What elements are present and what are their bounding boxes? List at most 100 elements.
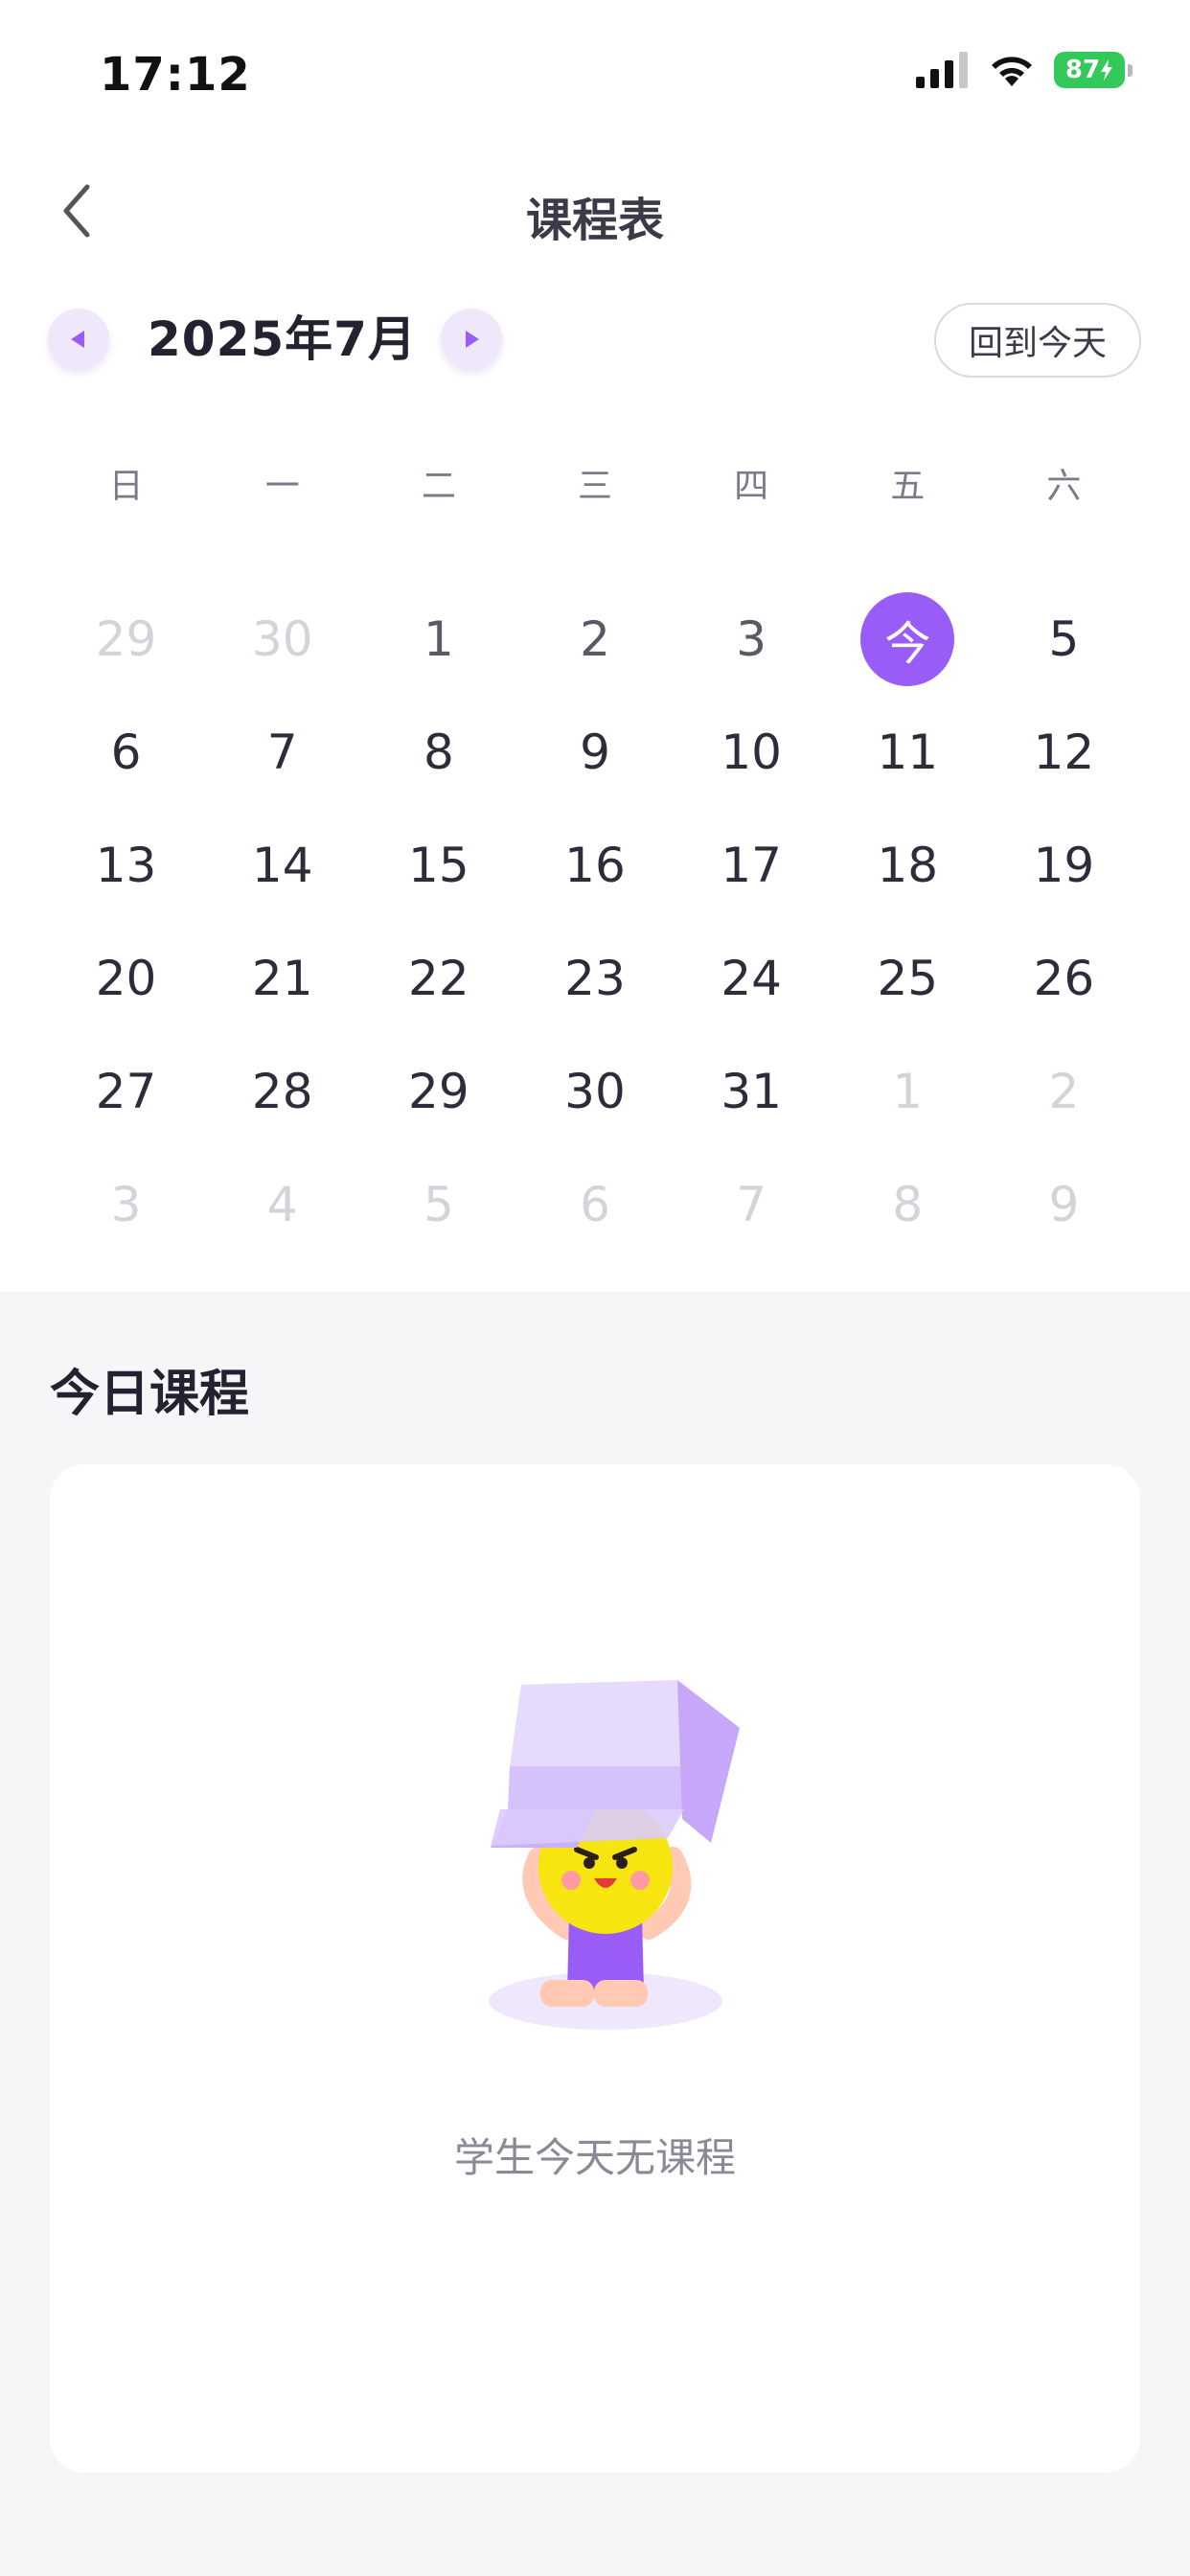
calendar-day[interactable]: 29 <box>360 1035 516 1148</box>
calendar-day[interactable]: 10 <box>674 696 830 809</box>
calendar-day-label: 9 <box>580 724 610 780</box>
page-title: 课程表 <box>525 194 664 247</box>
calendar-day[interactable]: 27 <box>48 1035 204 1148</box>
calendar-day[interactable]: 30 <box>516 1035 673 1148</box>
calendar-day[interactable]: 6 <box>48 696 204 809</box>
calendar-day-label: 19 <box>1033 838 1095 893</box>
calendar-day-label: 25 <box>877 951 939 1006</box>
calendar-day-label: 26 <box>1033 951 1095 1006</box>
calendar-day-label: 6 <box>110 724 142 780</box>
calendar-day-label: 4 <box>266 1177 298 1232</box>
calendar-day[interactable]: 28 <box>204 1035 360 1148</box>
weekday-label: 三 <box>577 467 612 506</box>
calendar-day[interactable]: 21 <box>204 922 360 1035</box>
calendar-day[interactable]: 7 <box>204 696 360 809</box>
calendar-day-label: 21 <box>251 951 313 1006</box>
weekday-label: 五 <box>890 467 926 506</box>
section-title: 今日课程 <box>50 1366 250 1423</box>
calendar-day-label: 28 <box>251 1064 313 1119</box>
next-month-button[interactable] <box>441 309 502 370</box>
calendar-day-label: 1 <box>892 1064 924 1119</box>
calendar-day-label: 2 <box>580 611 610 667</box>
calendar-day[interactable]: 3 <box>48 1148 204 1261</box>
calendar-day-label: 5 <box>1048 611 1080 667</box>
calendar-day[interactable]: 3 <box>674 583 830 696</box>
calendar-day[interactable]: 1 <box>360 583 516 696</box>
calendar-day-label: 31 <box>721 1064 782 1119</box>
calendar-day[interactable]: 12 <box>986 696 1142 809</box>
triangle-right-icon <box>466 331 479 348</box>
calendar-day[interactable]: 6 <box>516 1148 673 1261</box>
calendar-day-label: 1 <box>423 611 454 667</box>
calendar-day[interactable]: 11 <box>830 696 986 809</box>
calendar-day-label: 29 <box>408 1064 469 1119</box>
calendar-day[interactable]: 4 <box>204 1148 360 1261</box>
calendar-day[interactable]: 5 <box>360 1148 516 1261</box>
calendar-day-label: 9 <box>1048 1177 1080 1232</box>
calendar-day-label: 17 <box>721 838 782 893</box>
prev-month-button[interactable] <box>48 309 109 370</box>
status-time: 17:12 <box>100 48 251 102</box>
calendar-day-label: 今 <box>860 592 955 686</box>
calendar-day[interactable]: 9 <box>516 696 673 809</box>
empty-box-character-icon <box>489 1680 740 2030</box>
calendar-day-label: 5 <box>423 1177 454 1232</box>
calendar-day[interactable]: 29 <box>48 583 204 696</box>
calendar-day[interactable]: 9 <box>986 1148 1142 1261</box>
calendar-day[interactable]: 26 <box>986 922 1142 1035</box>
calendar-day-label: 7 <box>736 1177 767 1232</box>
calendar-day-label: 12 <box>1033 724 1095 780</box>
calendar-day[interactable]: 19 <box>986 809 1142 922</box>
calendar-day[interactable]: 22 <box>360 922 516 1035</box>
calendar-day[interactable]: 14 <box>204 809 360 922</box>
calendar-day[interactable]: 5 <box>986 583 1142 696</box>
calendar-day[interactable]: 20 <box>48 922 204 1035</box>
calendar-day[interactable]: 18 <box>830 809 986 922</box>
calendar-day[interactable]: 31 <box>674 1035 830 1148</box>
calendar-day-label: 8 <box>423 724 454 780</box>
calendar-day-label: 30 <box>251 611 313 667</box>
calendar-day-label: 3 <box>110 1177 142 1232</box>
calendar-day[interactable]: 8 <box>830 1148 986 1261</box>
calendar-day-label: 10 <box>721 724 782 780</box>
calendar-day[interactable]: 13 <box>48 809 204 922</box>
calendar-grid: 29 30 1 2 3 今 5 6 7 8 9 10 11 12 13 14 15 16 17 18 19 20 21 22 2… <box>48 583 1142 1261</box>
calendar-day[interactable]: 1 <box>830 1035 986 1148</box>
battery-percent: 87 <box>1064 56 1101 84</box>
calendar-day-label: 29 <box>95 611 157 667</box>
calendar-day-label: 11 <box>877 724 939 780</box>
weekday-header: 日 一 二 三 四 五 六 <box>48 458 1142 508</box>
calendar-day-label: 18 <box>877 838 939 893</box>
calendar-day[interactable]: 30 <box>204 583 360 696</box>
calendar-day[interactable]: 17 <box>674 809 830 922</box>
calendar-day[interactable]: 25 <box>830 922 986 1035</box>
empty-state-text: 学生今天无课程 <box>453 2134 736 2181</box>
calendar-day[interactable]: 24 <box>674 922 830 1035</box>
weekday-label: 四 <box>734 467 769 506</box>
battery-level: 87 <box>1054 52 1125 88</box>
calendar-day-label: 6 <box>580 1177 610 1232</box>
calendar-day-label: 30 <box>564 1064 626 1119</box>
calendar-day-label: 20 <box>95 951 157 1006</box>
calendar-day[interactable]: 16 <box>516 809 673 922</box>
calendar-day[interactable]: 2 <box>986 1035 1142 1148</box>
cellular-signal-icon <box>916 52 968 88</box>
calendar-day-label: 16 <box>564 838 626 893</box>
calendar-day-label: 15 <box>408 838 469 893</box>
battery-charging-icon: 87 <box>1054 52 1133 88</box>
calendar-day[interactable]: 2 <box>516 583 673 696</box>
calendar-day[interactable]: 7 <box>674 1148 830 1261</box>
courses-card: 学生今天无课程 <box>50 1464 1140 2472</box>
calendar-day-label: 14 <box>251 838 313 893</box>
calendar-day-label: 8 <box>892 1177 924 1232</box>
calendar-day[interactable]: 23 <box>516 922 673 1035</box>
calendar-day[interactable]: 15 <box>360 809 516 922</box>
calendar-day-label: 27 <box>95 1064 157 1119</box>
calendar-day-label: 3 <box>736 611 767 667</box>
calendar-day[interactable]: 8 <box>360 696 516 809</box>
calendar-day-today[interactable]: 今 <box>830 583 986 696</box>
back-to-today-button[interactable]: 回到今天 <box>934 303 1141 378</box>
wifi-icon <box>992 57 1032 86</box>
calendar-day-label: 2 <box>1048 1064 1080 1119</box>
header-area: 17:12 87 课程表 2025年7月 回到今天 日 一 二 三 四 五 六 … <box>0 0 1190 1292</box>
